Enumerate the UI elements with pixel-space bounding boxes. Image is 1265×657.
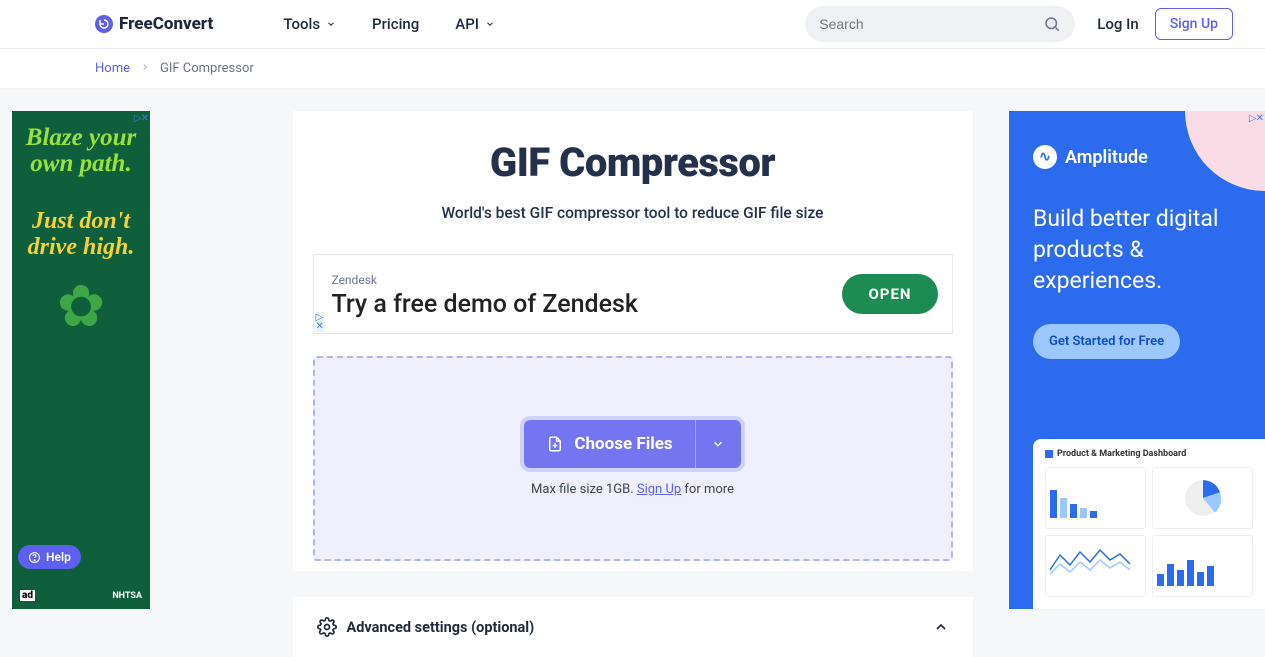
search-box[interactable] [805,6,1075,42]
nav-api-label: API [455,15,479,33]
search-input[interactable] [819,16,1033,32]
brand-logo[interactable]: FreeConvert [95,14,213,34]
page-title: GIF Compressor [313,139,953,186]
ad-badge: ad [20,590,35,601]
file-drop-zone[interactable]: Choose Files Max file size 1GB. Sign Up … [313,356,953,561]
chevron-up-icon [933,619,949,635]
brand-suffix: Convert [153,14,214,34]
choose-files-button[interactable]: Choose Files [524,420,694,468]
ad-org: NHTSA [112,591,142,601]
ad-right-headline: Build better digital products & experien… [1033,203,1241,296]
help-icon [28,551,41,564]
dash-title: Product & Marketing Dashboard [1057,449,1186,459]
chevron-down-icon [711,437,725,451]
ad-right-cta[interactable]: Get Started for Free [1033,324,1180,359]
ad-left-headline-1: Blaze your own path. [24,125,138,178]
main-card: GIF Compressor World's best GIF compress… [293,111,973,571]
help-widget[interactable]: Help [18,545,81,569]
brand-prefix: Free [119,14,153,34]
advanced-settings-label: Advanced settings (optional) [347,619,535,636]
ad-right-brand-label: Amplitude [1065,147,1148,168]
ad-right-banner[interactable]: ▷✕ ∿ Amplitude Build better digital prod… [1009,111,1265,609]
ad-footer: ad NHTSA [20,590,142,601]
nav-api[interactable]: API [455,15,495,33]
choose-files-dropdown[interactable] [695,420,741,468]
auth-controls: Log In Sign Up [1097,8,1233,40]
nav-pricing-label: Pricing [372,15,419,33]
file-add-icon [546,435,564,453]
chevron-right-icon [140,61,150,76]
choose-files-group: Choose Files [524,420,740,468]
page-subtitle: World's best GIF compressor tool to redu… [313,204,953,222]
search-icon [1043,15,1061,33]
login-link[interactable]: Log In [1097,15,1138,33]
site-header: FreeConvert Tools Pricing API Log In Sig… [0,0,1265,49]
ad-info-icon[interactable]: ▷✕ [134,113,148,124]
ad-marker-icon[interactable]: ▷✕ [315,312,325,332]
inline-ad-headline: Try a free demo of Zendesk [332,290,638,319]
advanced-settings-toggle[interactable]: Advanced settings (optional) [293,597,973,657]
nav-tools[interactable]: Tools [283,15,336,33]
nav-tools-label: Tools [283,15,320,33]
caption-signup-link[interactable]: Sign Up [637,482,681,497]
help-label: Help [46,550,71,564]
ad-left-banner[interactable]: ▷✕ Blaze your own path. Just don't drive… [12,111,150,609]
leaf-icon: ✿ [24,278,138,336]
inline-ad-sponsor: Zendesk [332,273,377,287]
gear-icon [317,617,337,637]
choose-files-label: Choose Files [574,434,672,454]
caption-prefix: Max file size 1GB. [531,482,637,497]
ad-dashboard-graphic: Product & Marketing Dashboard [1033,439,1265,609]
signup-button[interactable]: Sign Up [1155,8,1233,40]
brand-logo-icon [95,15,113,33]
caption-suffix: for more [681,482,734,497]
breadcrumb-home[interactable]: Home [95,61,130,76]
ad-left-headline-2: Just don't drive high. [24,208,138,261]
amplitude-logo-icon: ∿ [1033,145,1057,169]
chevron-down-icon [485,19,495,29]
breadcrumb-current: GIF Compressor [160,61,254,76]
inline-ad-cta[interactable]: OPEN [842,274,937,314]
inline-ad[interactable]: ▷✕ Zendesk Try a free demo of Zendesk OP… [313,254,953,334]
nav-pricing[interactable]: Pricing [372,15,419,33]
breadcrumb: Home GIF Compressor [0,49,1265,89]
main-nav: Tools Pricing API [283,15,495,33]
drop-caption: Max file size 1GB. Sign Up for more [531,482,734,497]
ad-info-icon[interactable]: ▷✕ [1249,113,1263,124]
chevron-down-icon [326,19,336,29]
